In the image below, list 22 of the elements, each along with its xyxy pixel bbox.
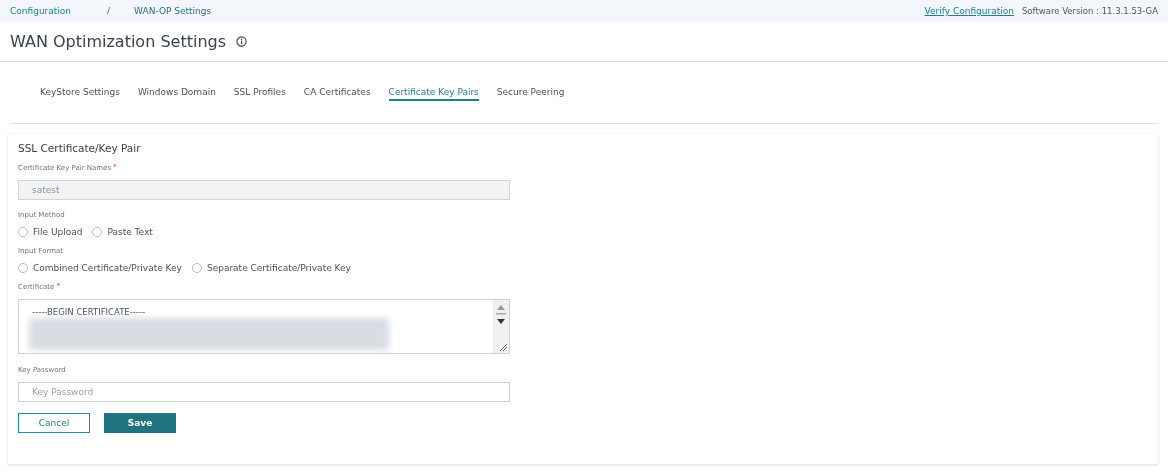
radio-option[interactable]: Separate Certificate/Private Key	[191, 263, 351, 273]
breadcrumb-current: WAN-OP Settings	[134, 6, 212, 16]
software-version: Software Version : 11.3.1.53-GA	[1021, 6, 1158, 16]
radio-option[interactable]: Combined Certificate/Private Key	[18, 263, 182, 273]
tab[interactable]: CA Certificates	[303, 84, 371, 101]
page-title: WAN Optimization Settings	[10, 32, 226, 51]
certificate-field[interactable]: -----BEGIN CERTIFICATE-----	[18, 299, 510, 354]
breadcrumb-link[interactable]: Configuration	[10, 6, 72, 16]
tab[interactable]: Certificate Key Pairs	[388, 84, 479, 101]
verify-link[interactable]: Verify Configuration	[924, 6, 1014, 16]
save-button[interactable]: Save	[104, 413, 176, 433]
tab[interactable]: Windows Domain	[137, 84, 216, 101]
tab[interactable]: SSL Profiles	[233, 84, 286, 101]
password-field[interactable]: Key Password	[18, 382, 510, 402]
tab[interactable]: Secure Peering	[496, 84, 565, 101]
radio-option[interactable]: Paste Text	[92, 227, 153, 237]
cancel-button[interactable]: Cancel	[18, 413, 90, 433]
info-icon[interactable]	[236, 36, 247, 47]
card-title: SSL Certificate/Key Pair	[18, 142, 142, 154]
tab[interactable]: KeyStore Settings	[40, 84, 120, 101]
breadcrumb-separator: /	[107, 6, 111, 16]
radio-option[interactable]: File Upload	[18, 227, 83, 237]
